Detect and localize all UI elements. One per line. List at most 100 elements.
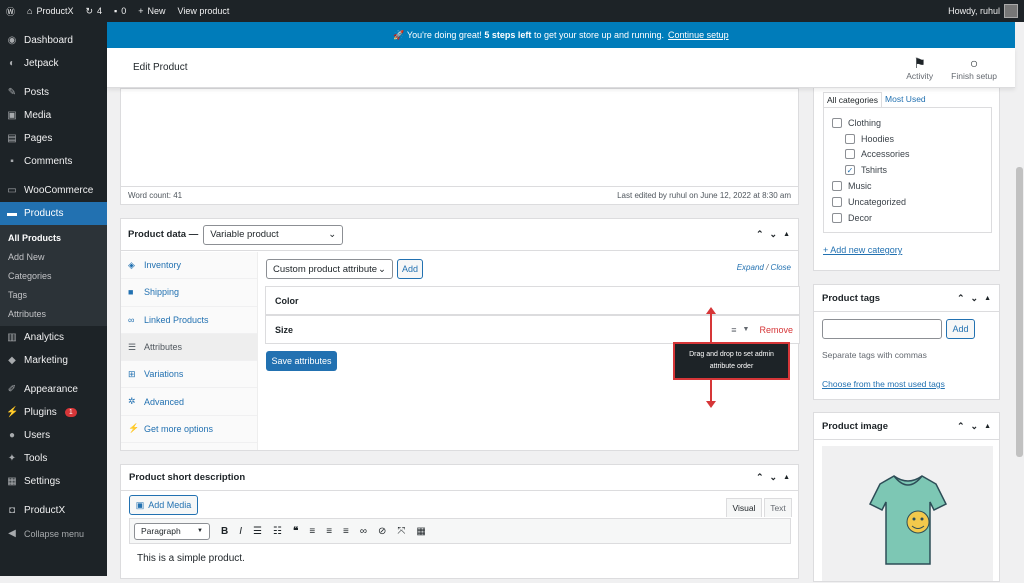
tab-attributes[interactable]: ☰ Attributes: [121, 333, 257, 362]
move-down-icon[interactable]: ⌄: [971, 421, 979, 432]
content-editor[interactable]: Word count: 41 Last edited by ruhul on J…: [120, 88, 799, 205]
activity-button[interactable]: ⚑ Activity: [906, 55, 933, 81]
choose-most-used-tags-link[interactable]: Choose from the most used tags: [822, 379, 945, 389]
submenu-add-new[interactable]: Add New: [0, 247, 107, 266]
menu-woocommerce[interactable]: ▭ WooCommerce: [0, 179, 107, 202]
move-down-icon[interactable]: ⌄: [971, 293, 979, 304]
fullscreen-icon[interactable]: ⤧: [397, 526, 405, 537]
comments-link[interactable]: ▪ 0: [108, 0, 132, 22]
tab-visual[interactable]: Visual: [726, 498, 762, 517]
category-hoodies[interactable]: Hoodies: [832, 131, 991, 147]
add-new-category-link[interactable]: + Add new category: [823, 245, 902, 255]
submenu-attributes[interactable]: Attributes: [0, 304, 107, 323]
menu-analytics[interactable]: ▥ Analytics: [0, 326, 107, 349]
category-decor[interactable]: Decor: [832, 210, 991, 226]
short-description-content[interactable]: This is a simple product.: [137, 553, 245, 564]
attribute-type-select[interactable]: Custom product attribute ⌄: [266, 259, 393, 279]
expand-link[interactable]: Expand: [737, 263, 764, 272]
toggle-panel-icon[interactable]: ▲: [783, 231, 790, 238]
category-uncategorized[interactable]: Uncategorized: [832, 194, 991, 210]
menu-appearance[interactable]: ✐ Appearance: [0, 378, 107, 401]
checkbox[interactable]: [845, 133, 855, 144]
submenu-tags[interactable]: Tags: [0, 285, 107, 304]
remove-attribute-link[interactable]: Remove: [759, 325, 793, 335]
category-music[interactable]: Music: [832, 178, 991, 194]
tab-all-categories[interactable]: All categories: [823, 92, 883, 107]
quote-icon[interactable]: ❝: [293, 526, 298, 537]
tab-variations[interactable]: ⊞ Variations: [121, 361, 257, 389]
checkbox-checked[interactable]: ✓: [845, 165, 855, 176]
bold-icon[interactable]: B: [221, 526, 228, 537]
add-attribute-button[interactable]: Add: [397, 259, 423, 279]
tab-linked-products[interactable]: ∞ Linked Products: [121, 307, 257, 334]
finish-setup-button[interactable]: ○ Finish setup: [951, 55, 997, 81]
tab-advanced[interactable]: ✲ Advanced: [121, 388, 257, 416]
attribute-row-size[interactable]: Size ≡ ▼ Remove: [265, 315, 800, 344]
menu-tools[interactable]: ✦ Tools: [0, 447, 107, 470]
move-up-icon[interactable]: ⌃: [957, 293, 965, 304]
menu-settings[interactable]: ▦ Settings: [0, 470, 107, 493]
submenu-categories[interactable]: Categories: [0, 266, 107, 285]
menu-products[interactable]: ▬ Products: [0, 202, 107, 225]
menu-users[interactable]: ● Users: [0, 424, 107, 447]
tag-input[interactable]: [822, 319, 942, 339]
expand-toggle-icon[interactable]: ▼: [743, 326, 750, 333]
link-icon[interactable]: ∞: [360, 526, 367, 537]
menu-plugins[interactable]: ⚡ Plugins 1: [0, 401, 107, 424]
move-down-icon[interactable]: ⌄: [770, 229, 778, 240]
checkbox[interactable]: [845, 149, 855, 160]
scrollbar-thumb[interactable]: [1016, 167, 1023, 457]
add-tag-button[interactable]: Add: [946, 319, 975, 339]
close-link[interactable]: Close: [771, 263, 791, 272]
move-up-icon[interactable]: ⌃: [756, 472, 764, 483]
site-name-link[interactable]: ⌂ ProductX: [21, 0, 79, 22]
menu-marketing[interactable]: ◆ Marketing: [0, 349, 107, 372]
checkbox[interactable]: [832, 196, 842, 207]
toggle-panel-icon[interactable]: ▲: [984, 423, 991, 430]
category-accessories[interactable]: Accessories: [832, 147, 991, 163]
format-select[interactable]: Paragraph ▼: [134, 522, 210, 540]
toggle-panel-icon[interactable]: ▲: [984, 295, 991, 302]
toggle-panel-icon[interactable]: ▲: [783, 474, 790, 481]
numbered-list-icon[interactable]: ☷: [273, 526, 282, 537]
align-right-icon[interactable]: ≡: [343, 526, 349, 537]
menu-dashboard[interactable]: ◉ Dashboard: [0, 29, 107, 52]
attribute-row-color[interactable]: Color: [265, 286, 800, 315]
move-down-icon[interactable]: ⌄: [770, 472, 778, 483]
bullet-list-icon[interactable]: ☰: [253, 526, 262, 537]
align-center-icon[interactable]: ≡: [326, 526, 332, 537]
category-clothing[interactable]: Clothing: [832, 115, 991, 131]
menu-pages[interactable]: ▤ Pages: [0, 127, 107, 150]
tab-shipping[interactable]: ■ Shipping: [121, 279, 257, 307]
wp-logo[interactable]: Ⓦ: [0, 0, 21, 22]
menu-productx[interactable]: ◘ ProductX: [0, 499, 107, 522]
new-content-link[interactable]: + New: [132, 0, 171, 22]
category-tshirts[interactable]: ✓ Tshirts: [832, 162, 991, 178]
menu-collapse[interactable]: ◀ Collapse menu: [0, 522, 107, 545]
menu-jetpack[interactable]: ◐ Jetpack: [0, 52, 107, 75]
account-menu[interactable]: Howdy, ruhul: [942, 0, 1024, 22]
drag-handle-icon[interactable]: ≡: [731, 325, 736, 335]
checkbox[interactable]: [832, 117, 842, 128]
menu-comments[interactable]: ▪ Comments: [0, 150, 107, 173]
tab-inventory[interactable]: ◈ Inventory: [121, 252, 257, 280]
menu-posts[interactable]: ✎ Posts: [0, 81, 107, 104]
move-up-icon[interactable]: ⌃: [756, 229, 764, 240]
submenu-all-products[interactable]: All Products: [0, 228, 107, 247]
checkbox[interactable]: [832, 212, 842, 223]
checkbox[interactable]: [832, 181, 842, 192]
tab-get-more-options[interactable]: ⚡ Get more options: [121, 416, 257, 444]
move-up-icon[interactable]: ⌃: [957, 421, 965, 432]
unlink-icon[interactable]: ⊘: [378, 526, 386, 537]
tab-text[interactable]: Text: [764, 498, 792, 517]
product-image-thumbnail[interactable]: [822, 446, 993, 581]
toolbar-toggle-icon[interactable]: ▦: [416, 526, 425, 537]
align-left-icon[interactable]: ≡: [309, 526, 315, 537]
italic-icon[interactable]: I: [239, 526, 242, 537]
add-media-button[interactable]: ▣ Add Media: [129, 495, 198, 515]
page-scrollbar[interactable]: [1015, 22, 1024, 576]
view-product-link[interactable]: View product: [172, 0, 236, 22]
save-attributes-button[interactable]: Save attributes: [266, 351, 337, 371]
product-type-select[interactable]: Variable product ⌄: [203, 224, 344, 245]
tab-most-used[interactable]: Most Used: [882, 92, 929, 107]
